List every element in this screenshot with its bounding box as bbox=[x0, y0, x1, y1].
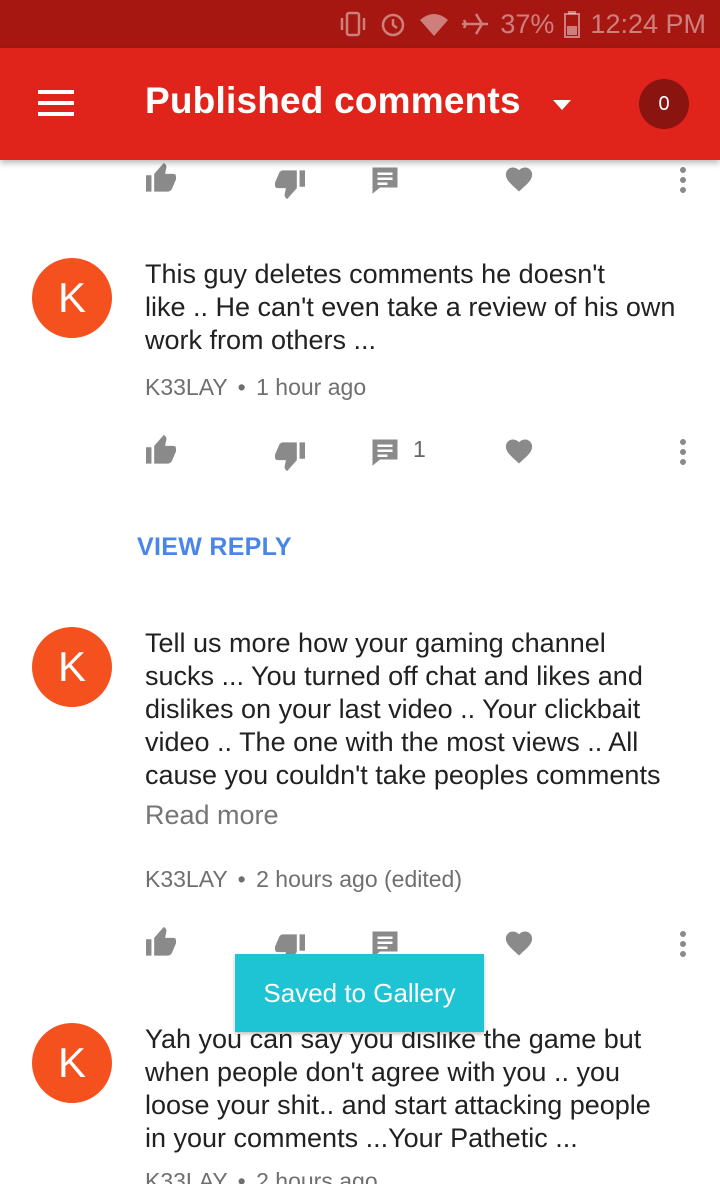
comment-body: Yah you can say you dislike the game but… bbox=[145, 1023, 700, 1155]
comment-time: 2 hours ago bbox=[256, 1168, 378, 1184]
more-options-icon[interactable] bbox=[668, 162, 698, 198]
meta-separator: • bbox=[237, 866, 246, 892]
heart-icon[interactable] bbox=[502, 928, 536, 958]
menu-icon[interactable] bbox=[30, 84, 80, 124]
view-reply-link[interactable]: VIEW REPLY bbox=[137, 533, 292, 562]
comment-line: when people don't agree with you .. you bbox=[145, 1057, 620, 1087]
notification-count-badge[interactable]: 0 bbox=[639, 79, 689, 129]
avatar[interactable]: K bbox=[32, 627, 112, 707]
wifi-icon bbox=[418, 11, 450, 37]
dislike-icon[interactable] bbox=[272, 168, 308, 200]
comment-meta: K33LAY • 1 hour ago bbox=[145, 374, 366, 401]
clock-time: 12:24 PM bbox=[590, 8, 706, 39]
comment-line: sucks ... You turned off chat and likes … bbox=[145, 661, 643, 691]
app-bar: Published comments 0 bbox=[0, 48, 720, 160]
meta-separator: • bbox=[237, 1168, 246, 1184]
page-title: Published comments bbox=[145, 80, 521, 121]
comment-body: Tell us more how your gaming channel suc… bbox=[145, 627, 700, 792]
comment-line: video .. The one with the most views .. … bbox=[145, 727, 639, 757]
comment-line: work from others ... bbox=[145, 325, 377, 355]
reply-icon[interactable] bbox=[368, 164, 402, 196]
chevron-down-icon[interactable] bbox=[540, 88, 584, 122]
reply-icon[interactable] bbox=[368, 436, 402, 468]
comment-line: loose your shit.. and start attacking pe… bbox=[145, 1090, 651, 1120]
comment-line: This guy deletes comments he doesn't bbox=[145, 259, 605, 289]
alarm-icon bbox=[378, 9, 408, 39]
comment-author: K33LAY bbox=[145, 374, 228, 400]
comment-author: K33LAY bbox=[145, 1168, 228, 1184]
comment-line: in your comments ...Your Pathetic ... bbox=[145, 1123, 578, 1153]
comment-meta: K33LAY • 2 hours ago (edited) bbox=[145, 866, 462, 893]
comment-time: 2 hours ago (edited) bbox=[256, 866, 462, 892]
comment-line: cause you couldn't take peoples comments bbox=[145, 760, 661, 790]
comment-line: like .. He can't even take a review of h… bbox=[145, 292, 676, 322]
avatar[interactable]: K bbox=[32, 1023, 112, 1103]
reply-count: 1 bbox=[413, 436, 426, 462]
meta-separator: • bbox=[237, 374, 246, 400]
comment-time: 1 hour ago bbox=[256, 374, 367, 400]
battery-icon bbox=[564, 10, 581, 38]
heart-icon[interactable] bbox=[502, 164, 536, 194]
heart-icon[interactable] bbox=[502, 436, 536, 466]
comment-line: Tell us more how your gaming channel bbox=[145, 628, 606, 658]
comment-body: This guy deletes comments he doesn't lik… bbox=[145, 258, 700, 357]
like-icon[interactable] bbox=[143, 926, 179, 958]
comment-actions bbox=[0, 160, 720, 200]
like-icon[interactable] bbox=[143, 162, 179, 194]
comment-author: K33LAY bbox=[145, 866, 228, 892]
battery-percent: 37% bbox=[500, 8, 555, 39]
saved-toast: Saved to Gallery bbox=[235, 954, 484, 1032]
like-icon[interactable] bbox=[143, 434, 179, 466]
airplane-icon bbox=[460, 10, 490, 38]
comment-meta: K33LAY • 2 hours ago bbox=[145, 1168, 378, 1184]
more-options-icon[interactable] bbox=[668, 434, 698, 470]
dislike-icon[interactable] bbox=[272, 440, 308, 472]
status-bar: 37% 12:24 PM bbox=[0, 0, 720, 48]
avatar[interactable]: K bbox=[32, 258, 112, 338]
comment-actions: 1 bbox=[0, 432, 720, 472]
vibrate-icon bbox=[338, 10, 368, 38]
read-more-link[interactable]: Read more bbox=[145, 800, 279, 831]
more-options-icon[interactable] bbox=[668, 926, 698, 962]
comment-line: dislikes on your last video .. Your clic… bbox=[145, 694, 641, 724]
